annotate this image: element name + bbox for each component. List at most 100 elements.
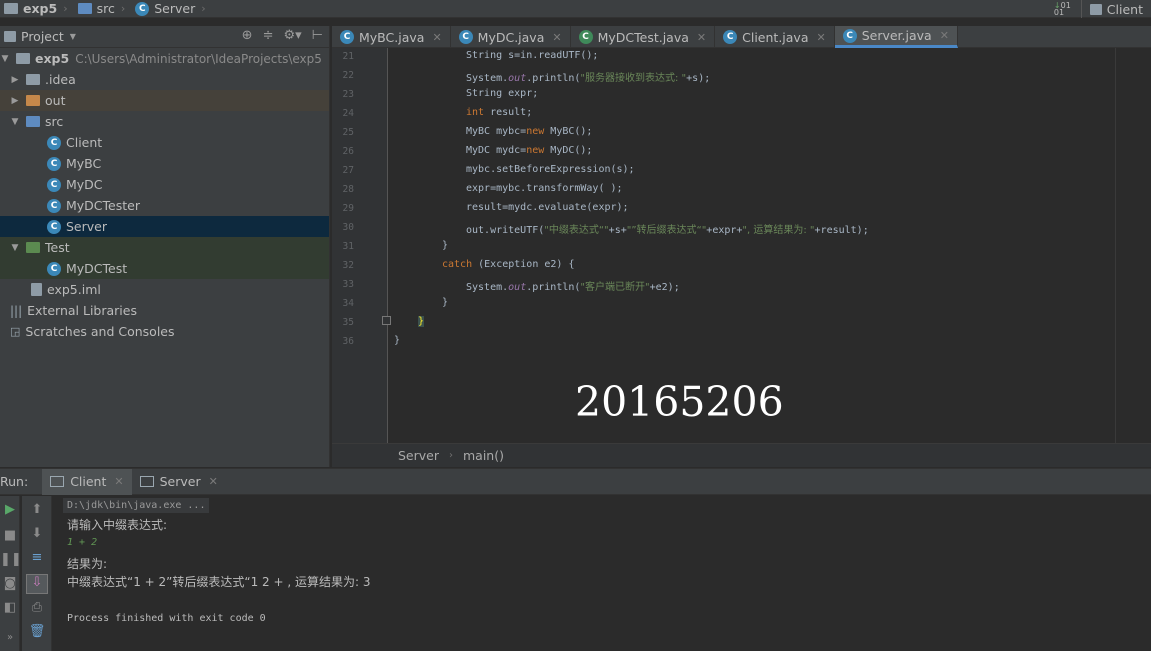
run-config-icon (1089, 3, 1102, 15)
stop-icon[interactable]: ■ (0, 528, 20, 543)
expand-arrow-icon[interactable]: ▼ (10, 243, 20, 253)
project-path: C:\Users\Administrator\IdeaProjects\exp5 (75, 51, 322, 66)
close-icon[interactable]: ✕ (940, 29, 949, 42)
tab-label: MyDCTest.java (597, 29, 689, 45)
tree-item-mybc[interactable]: C MyBC (0, 153, 329, 174)
breadcrumb-label: exp5 (23, 1, 58, 16)
soft-wrap-icon[interactable]: ≡ (27, 550, 47, 565)
tree-item-idea[interactable]: ▶ .idea (0, 69, 329, 90)
excluded-folder-icon (26, 95, 40, 106)
tab-mydctest[interactable]: C MyDCTest.java ✕ (571, 26, 716, 48)
tab-server[interactable]: C Server.java ✕ (834, 26, 958, 48)
run-config-label: Client (1106, 1, 1143, 17)
console-icon (50, 476, 65, 487)
gear-icon[interactable]: ⚙▾ (283, 28, 301, 43)
code-line: result=mydc.evaluate(expr); (466, 202, 629, 213)
tab-label: MyBC.java (359, 29, 425, 45)
dump-threads-icon[interactable]: ◙ (0, 576, 20, 591)
tab-mydc[interactable]: C MyDC.java ✕ (451, 26, 571, 48)
tree-item-label: MyBC (66, 156, 102, 171)
console-line: 结果为: (67, 557, 108, 571)
tree-item-label: MyDCTester (66, 198, 140, 213)
breadcrumb-label: Server (154, 1, 196, 16)
run-tab-client[interactable]: Client ✕ (42, 468, 132, 495)
nav-right-tools: ↓01 01 Client (1054, 0, 1151, 18)
restore-layout-icon[interactable]: ◧ (0, 600, 20, 615)
hide-icon[interactable]: ⊢ (312, 28, 323, 43)
breadcrumb-project[interactable]: exp5 › (0, 0, 74, 18)
expand-arrow-icon[interactable]: ▼ (0, 54, 10, 64)
close-icon[interactable]: ✕ (114, 475, 123, 488)
close-icon[interactable]: ✕ (432, 31, 441, 44)
line-number: 30 (342, 222, 354, 233)
trash-icon[interactable]: 🗑 (27, 624, 47, 639)
run-toolbar-primary: ▶ ■ ❚❚ ◙ ◧ » (0, 496, 22, 651)
tree-item-mydctester[interactable]: C MyDCTester (0, 195, 329, 216)
iml-file-icon (31, 283, 42, 296)
breadcrumb-class[interactable]: Server (398, 448, 439, 463)
project-view-icon (4, 31, 16, 42)
print-icon[interactable]: ⎙ (27, 600, 47, 615)
run-configuration-selector[interactable]: Client (1080, 0, 1151, 18)
rerun-icon[interactable]: ▶ (0, 502, 20, 517)
right-margin-guide (1115, 48, 1116, 443)
line-number: 28 (342, 184, 354, 195)
more-icon[interactable]: » (0, 632, 20, 643)
collapsed-arrow-icon[interactable]: ▶ (10, 75, 20, 85)
line-number: 27 (342, 165, 354, 176)
tree-item-exp5-iml[interactable]: exp5.iml (0, 279, 329, 300)
scroll-to-end-icon[interactable]: ⇩ (26, 574, 48, 594)
tree-item-mydc[interactable]: C MyDC (0, 174, 329, 195)
class-icon: C (842, 28, 857, 43)
code-line: mybc.setBeforeExpression(s); (466, 164, 635, 175)
tab-mybc[interactable]: C MyBC.java ✕ (332, 26, 451, 48)
source-folder-icon (26, 116, 40, 127)
chevron-down-icon[interactable]: ▼ (70, 32, 76, 41)
breadcrumb-server[interactable]: C Server › (131, 0, 211, 18)
class-icon: C (458, 30, 473, 44)
tree-item-label: Scratches and Consoles (25, 324, 175, 339)
arrow-down-icon[interactable]: ⬇ (27, 526, 47, 541)
tree-item-label: exp5.iml (47, 282, 101, 297)
tab-label: Client.java (742, 29, 809, 45)
close-icon[interactable]: ✕ (209, 475, 218, 488)
tree-item-scratches[interactable]: ◲ Scratches and Consoles (0, 321, 329, 342)
fold-toggle-icon[interactable] (382, 316, 391, 325)
project-panel-header: Project ▼ ⊕ ≑ ⚙▾ ⊢ (0, 26, 329, 48)
class-icon: C (47, 261, 61, 276)
code-line: System.out.println("客户端已断开"+e2); (466, 282, 680, 293)
tree-item-external-libraries[interactable]: ||| External Libraries (0, 300, 329, 321)
code-line: System.out.println("服务器接收到表达式: "+s); (466, 73, 711, 84)
tree-item-test[interactable]: ▼ Test (0, 237, 329, 258)
code-line: expr=mybc.transformWay( ); (466, 183, 623, 194)
scratches-icon: ◲ (10, 325, 21, 338)
class-icon: C (47, 198, 61, 213)
collapse-all-icon[interactable]: ≑ (263, 28, 274, 43)
code-editor[interactable]: 21 22 23 24 25 26 27 28 29 30 31 32 33 3… (332, 48, 1151, 443)
close-icon[interactable]: ✕ (697, 31, 706, 44)
close-icon[interactable]: ✕ (552, 31, 561, 44)
project-view-selector[interactable]: Project (21, 29, 64, 44)
line-number-gutter: 21 22 23 24 25 26 27 28 29 30 31 32 33 3… (332, 48, 388, 443)
close-icon[interactable]: ✕ (816, 31, 825, 44)
expand-arrow-icon[interactable]: ▼ (10, 117, 20, 127)
collapsed-arrow-icon[interactable]: ▶ (10, 96, 20, 106)
code-line: catch (Exception e2) { (442, 259, 575, 270)
tree-item-mydctest[interactable]: C MyDCTest (0, 258, 329, 279)
tree-item-out[interactable]: ▶ out (0, 90, 329, 111)
breadcrumb-src[interactable]: src › (74, 0, 132, 18)
tree-item-client[interactable]: C Client (0, 132, 329, 153)
run-tab-server[interactable]: Server ✕ (132, 469, 226, 495)
pause-icon[interactable]: ❚❚ (0, 552, 22, 567)
arrow-up-icon[interactable]: ⬆ (27, 502, 47, 517)
breadcrumb-method[interactable]: main() (463, 448, 504, 463)
line-number: 26 (342, 146, 354, 157)
binary-icon[interactable]: ↓01 01 (1054, 2, 1071, 17)
tree-item-exp5[interactable]: ▼ exp5 C:\Users\Administrator\IdeaProjec… (0, 48, 329, 69)
locate-icon[interactable]: ⊕ (242, 28, 253, 43)
tree-item-src[interactable]: ▼ src (0, 111, 329, 132)
tab-client[interactable]: C Client.java ✕ (715, 26, 835, 48)
console-output[interactable]: D:\jdk\bin\java.exe ... 请输入中缀表达式: 1 + 2 … (53, 496, 1151, 651)
tree-item-server[interactable]: C Server (0, 216, 329, 237)
line-number: 34 (342, 298, 354, 309)
